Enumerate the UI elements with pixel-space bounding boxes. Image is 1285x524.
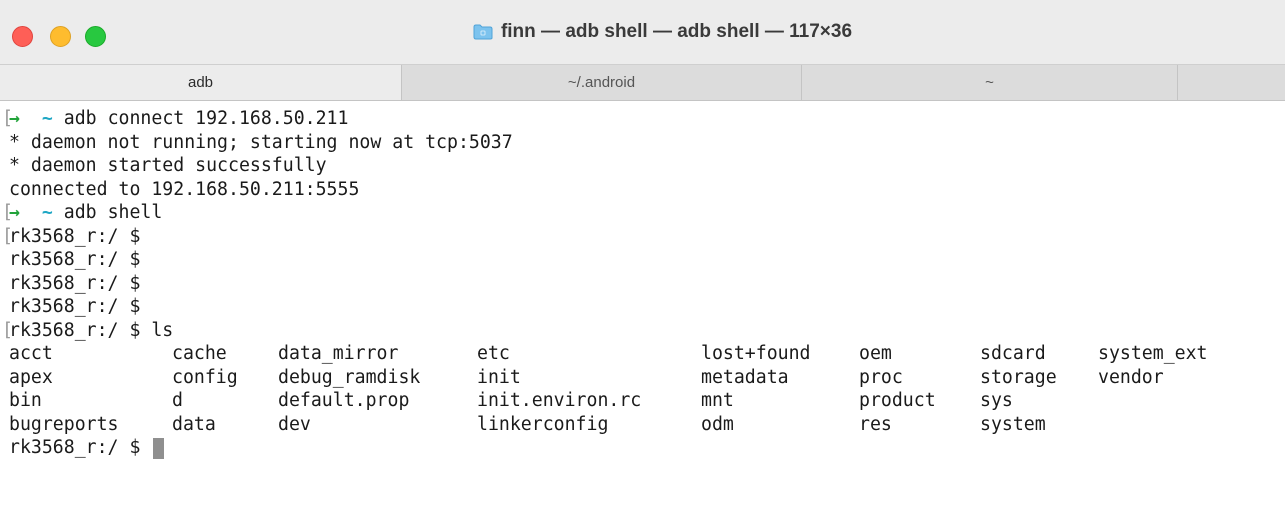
ls-entry: default.prop (278, 390, 410, 411)
ls-entry: linkerconfig (477, 413, 609, 435)
prompt-arrow-icon: → (9, 202, 20, 223)
tab-bar: adb ~/.android ~ (0, 64, 1285, 101)
new-tab-area[interactable] (1178, 65, 1285, 100)
ls-entry: etc (477, 343, 510, 364)
ls-entry: storage (980, 366, 1057, 388)
prompt-mark-icon: [ (2, 202, 13, 223)
command-text: adb shell (63, 202, 163, 223)
ls-output-row: bugreports data dev linkerconfig odm res… (2, 413, 1285, 437)
window-title-group: finn — adb shell — adb shell — 117×36 (0, 14, 1285, 50)
ls-entry: data (172, 413, 216, 435)
ls-entry: vendor (1098, 366, 1164, 388)
ls-entry: bugreports (9, 413, 119, 435)
ls-entry: apex (9, 366, 53, 388)
output-text: * daemon started successfully (9, 155, 327, 176)
ls-entry: sys (980, 390, 1013, 411)
ls-entry (1098, 413, 1238, 437)
prompt-mark-icon: [ (2, 319, 13, 341)
terminal-line: rk3568_r:/ $ (2, 272, 1285, 296)
ls-output-row: bin d default.prop init.environ.rc mnt p… (2, 389, 1285, 413)
ls-entry: bin (9, 390, 42, 411)
device-prompt: rk3568_r:/ $ (9, 437, 141, 458)
tab-label: ~/.android (567, 74, 636, 91)
terminal-line: connected to 192.168.50.211:5555 (2, 178, 1285, 202)
prompt-directory: ~ (41, 202, 53, 223)
terminal-line: * daemon not running; starting now at tc… (2, 131, 1285, 155)
command-text: adb connect 192.168.50.211 (63, 108, 349, 129)
ls-entry: product (859, 390, 936, 411)
ls-entry: proc (859, 366, 903, 388)
terminal-line: rk3568_r:/ $ (2, 248, 1285, 272)
tab-label: ~ (985, 74, 994, 91)
device-prompt: rk3568_r:/ $ (9, 249, 141, 270)
device-prompt: rk3568_r:/ $ (9, 272, 141, 294)
ls-entry: config (172, 366, 238, 388)
output-text: * daemon not running; starting now at tc… (9, 131, 513, 153)
ls-entry: metadata (701, 366, 789, 388)
output-text: connected to 192.168.50.211:5555 (9, 178, 360, 200)
terminal-line: [→ ~ adb shell (2, 201, 1285, 225)
ls-entry: init (477, 366, 521, 388)
ls-entry: odm (701, 413, 734, 435)
folder-icon (473, 24, 493, 40)
terminal-line: [rk3568_r:/ $ ls (2, 319, 1285, 343)
ls-entry: acct (9, 343, 53, 364)
ls-output-row: apex config debug_ramdisk init metadata … (2, 366, 1285, 390)
title-bar[interactable]: finn — adb shell — adb shell — 117×36 (0, 0, 1285, 64)
ls-entry: sdcard (980, 343, 1046, 364)
ls-entry: system_ext (1098, 343, 1208, 364)
ls-entry: data_mirror (278, 343, 399, 364)
ls-entry: oem (859, 343, 892, 364)
terminal-output[interactable]: [→ ~ adb connect 192.168.50.211 * daemon… (0, 101, 1285, 524)
prompt-directory: ~ (41, 108, 53, 129)
device-prompt: rk3568_r:/ $ (9, 296, 141, 317)
terminal-line: rk3568_r:/ $ (2, 436, 1285, 460)
ls-entry: dev (278, 413, 311, 435)
window-title: finn — adb shell — adb shell — 117×36 (500, 21, 853, 42)
device-prompt: rk3568_r:/ $ (9, 225, 141, 247)
ls-entry: system (980, 413, 1046, 435)
prompt-mark-icon: [ (2, 108, 13, 129)
ls-entry: mnt (701, 390, 734, 411)
tab-android[interactable]: ~/.android (402, 65, 802, 100)
ls-entry (1098, 389, 1238, 413)
command-text: rk3568_r:/ $ ls (9, 319, 174, 341)
prompt-arrow-icon: → (9, 108, 20, 129)
terminal-line: * daemon started successfully (2, 154, 1285, 178)
tab-adb[interactable]: adb (0, 65, 402, 100)
ls-entry: lost+found (701, 343, 811, 364)
ls-entry: cache (172, 343, 227, 364)
tab-label: adb (187, 74, 214, 91)
tab-home[interactable]: ~ (802, 65, 1178, 100)
ls-entry: d (172, 390, 183, 411)
terminal-line: [rk3568_r:/ $ (2, 225, 1285, 249)
ls-output-row: acct cache data_mirror etc lost+found oe… (2, 342, 1285, 366)
ls-entry: debug_ramdisk (278, 366, 421, 388)
text-cursor (153, 437, 165, 459)
terminal-line: rk3568_r:/ $ (2, 295, 1285, 319)
ls-entry: res (859, 413, 892, 435)
terminal-window: finn — adb shell — adb shell — 117×36 ad… (0, 0, 1285, 524)
ls-entry: init.environ.rc (477, 390, 642, 411)
prompt-mark-icon: [ (2, 225, 13, 247)
terminal-line: [→ ~ adb connect 192.168.50.211 (2, 107, 1285, 131)
